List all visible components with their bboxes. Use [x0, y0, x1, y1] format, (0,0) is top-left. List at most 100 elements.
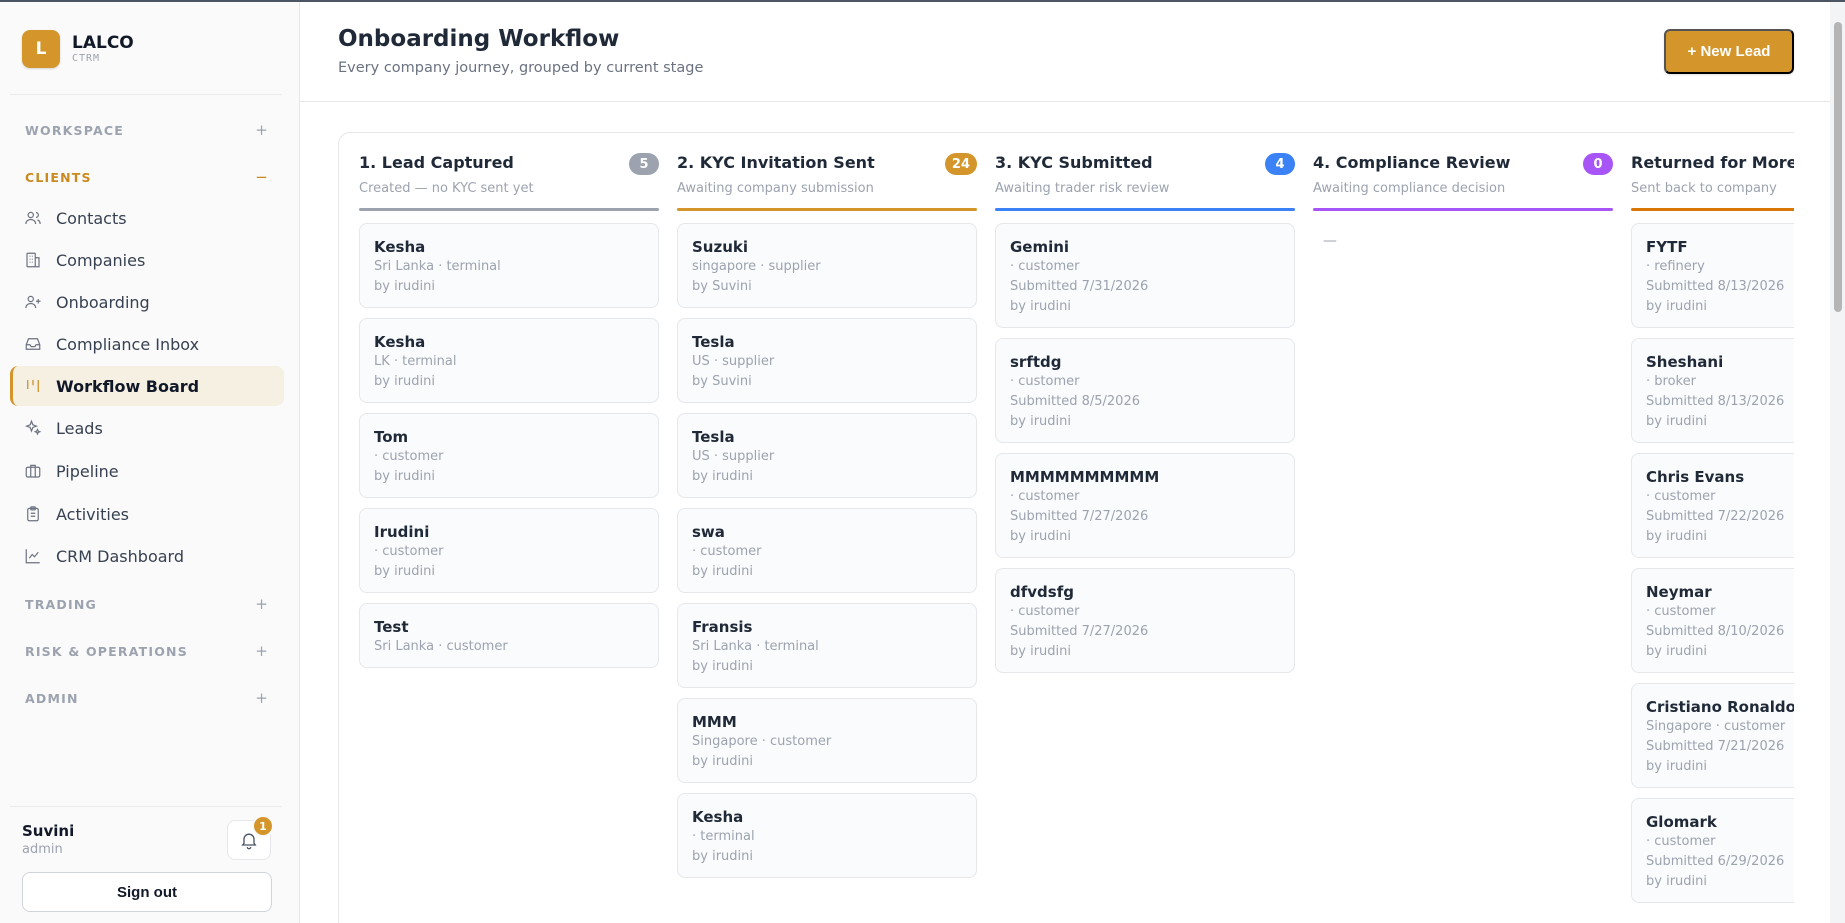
column-count-badge: 24 [944, 153, 977, 175]
card-company-name: Tesla [692, 333, 735, 351]
company-card[interactable]: Tesla US · supplier by irudini [677, 413, 977, 498]
company-card[interactable]: Tesla US · supplier by Suvini [677, 318, 977, 403]
column-title: 4. Compliance Review [1313, 153, 1511, 172]
company-card[interactable]: MMMMMMMMMM · customer Submitted 7/27/2026 b… [995, 453, 1295, 558]
company-card[interactable]: Cristiano Ronaldo Singapore · customer Sub… [1631, 683, 1794, 788]
card-location-type: · broker [1646, 374, 1696, 389]
section-workspace[interactable]: WORKSPACE + [25, 120, 275, 140]
page-subtitle: Every company journey, grouped by curren… [338, 60, 704, 76]
column-accent-bar [1313, 208, 1613, 211]
company-card[interactable]: Glomark · customer Submitted 6/29/2026 by i… [1631, 798, 1794, 903]
card-meta: by irudini [692, 564, 753, 579]
brand-name: LALCO [72, 33, 134, 53]
card-meta: by irudini [374, 564, 435, 579]
company-card[interactable]: Kesha · terminal by irudini [677, 793, 977, 878]
card-location-type: · refinery [1646, 259, 1705, 274]
page-header: Onboarding Workflow Every company journe… [300, 2, 1830, 102]
card-meta: by irudini [692, 469, 753, 484]
company-card[interactable]: dfvdsfg · customer Submitted 7/27/2026 by i… [995, 568, 1295, 673]
kanban-icon [27, 380, 39, 392]
column-lead-captured: 1. Lead Captured 5 Created — no KYC sent… [359, 133, 659, 923]
sidebar-item-crm-dashboard[interactable]: CRM Dashboard [10, 536, 284, 576]
section-admin[interactable]: ADMIN + [25, 688, 275, 708]
card-company-name: Irudini [374, 523, 430, 541]
company-card[interactable]: Test Sri Lanka · customer [359, 603, 659, 668]
company-card[interactable]: Fransis Sri Lanka · terminal by irudini [677, 603, 977, 688]
card-location-type: · customer [1010, 374, 1080, 389]
collapse-icon: − [255, 168, 269, 186]
divider [10, 94, 282, 95]
company-card[interactable]: Chris Evans · customer Submitted 7/22/2026… [1631, 453, 1794, 558]
company-card[interactable]: Irudini · customer by irudini [359, 508, 659, 593]
card-company-name: Suzuki [692, 238, 749, 256]
company-card[interactable]: swa · customer by irudini [677, 508, 977, 593]
card-meta: by irudini [374, 279, 435, 294]
sign-out-button[interactable]: Sign out [22, 872, 272, 912]
card-location-type: · customer [692, 544, 762, 559]
company-card[interactable]: Kesha Sri Lanka · terminal by irudini [359, 223, 659, 308]
section-label: ADMIN [25, 690, 79, 706]
card-meta: Submitted 8/10/2026 [1646, 624, 1785, 639]
empty-column-placeholder: — [1323, 233, 1337, 249]
scrollbar-thumb[interactable] [1834, 22, 1842, 312]
company-card[interactable]: srftdg · customer Submitted 8/5/2026 by iru… [995, 338, 1295, 443]
card-meta: by Suvini [692, 279, 752, 294]
card-company-name: Sheshani [1646, 353, 1724, 371]
sidebar: L LALCO CTRM WORKSPACE + CLIENTS − Conta… [0, 2, 300, 923]
card-meta: Submitted 7/27/2026 [1010, 624, 1149, 639]
sidebar-item-workflow-board[interactable]: Workflow Board [10, 366, 284, 406]
card-company-name: Neymar [1646, 583, 1712, 601]
users-icon [25, 211, 41, 225]
sidebar-item-label: Activities [56, 504, 129, 524]
sidebar-item-label: Companies [56, 250, 146, 270]
company-card[interactable]: Gemini · customer Submitted 7/31/2026 by ir… [995, 223, 1295, 328]
card-location-type: Singapore · customer [1646, 719, 1786, 734]
notification-count-badge: 1 [252, 815, 274, 837]
card-company-name: MMM [692, 713, 737, 731]
column-count-badge: 0 [1583, 153, 1613, 175]
card-company-name: dfvdsfg [1010, 583, 1074, 601]
sidebar-item-compliance-inbox[interactable]: Compliance Inbox [10, 324, 284, 364]
section-risk-operations[interactable]: RISK & OPERATIONS + [25, 641, 275, 661]
sidebar-item-label: Workflow Board [56, 376, 200, 396]
card-company-name: Tom [374, 428, 409, 446]
column-accent-bar [1631, 208, 1794, 211]
user-role: admin [22, 842, 63, 857]
column-description: Sent back to company [1631, 181, 1777, 196]
inbox-icon [25, 338, 41, 350]
card-company-name: srftdg [1010, 353, 1062, 371]
card-meta: by irudini [1646, 759, 1707, 774]
company-card[interactable]: MMM Singapore · customer by irudini [677, 698, 977, 783]
company-card[interactable]: Tom · customer by irudini [359, 413, 659, 498]
card-meta: by irudini [692, 659, 753, 674]
company-card[interactable]: Kesha LK · terminal by irudini [359, 318, 659, 403]
card-meta: Submitted 7/22/2026 [1646, 509, 1785, 524]
card-company-name: Chris Evans [1646, 468, 1745, 486]
card-meta: by irudini [1010, 299, 1071, 314]
company-card[interactable]: Neymar · customer Submitted 8/10/2026 by ir… [1631, 568, 1794, 673]
column-description: Awaiting trader risk review [995, 181, 1170, 196]
card-meta: Submitted 8/13/2026 [1646, 279, 1785, 294]
column-accent-bar [677, 208, 977, 211]
card-company-name: Kesha [692, 808, 744, 826]
company-card[interactable]: Sheshani · broker Submitted 8/13/2026 by ir… [1631, 338, 1794, 443]
section-clients[interactable]: CLIENTS − [25, 167, 275, 187]
sidebar-item-leads[interactable]: Leads [10, 408, 284, 448]
section-label: TRADING [25, 596, 97, 612]
card-list: Gemini · customer Submitted 7/31/2026 by ir… [995, 223, 1295, 683]
sidebar-item-activities[interactable]: Activities [10, 494, 284, 534]
company-card[interactable]: FYTF · refinery Submitted 8/13/2026 by irud… [1631, 223, 1794, 328]
company-card[interactable]: Suzuki singapore · supplier by Suvini [677, 223, 977, 308]
brand[interactable]: L LALCO CTRM [22, 30, 134, 68]
sidebar-item-pipeline[interactable]: Pipeline [10, 451, 284, 491]
column-title: 1. Lead Captured [359, 153, 514, 172]
card-list: Suzuki singapore · supplier by Suvini Tesla… [677, 223, 977, 888]
sidebar-item-contacts[interactable]: Contacts [10, 198, 284, 238]
sidebar-item-companies[interactable]: Companies [10, 240, 284, 280]
sidebar-item-onboarding[interactable]: Onboarding [10, 282, 284, 322]
sidebar-item-label: Leads [56, 418, 103, 438]
section-trading[interactable]: TRADING + [25, 594, 275, 614]
card-location-type: Sri Lanka · terminal [692, 639, 819, 654]
card-meta: Submitted 8/13/2026 [1646, 394, 1785, 409]
new-lead-button[interactable]: + New Lead [1664, 29, 1794, 74]
